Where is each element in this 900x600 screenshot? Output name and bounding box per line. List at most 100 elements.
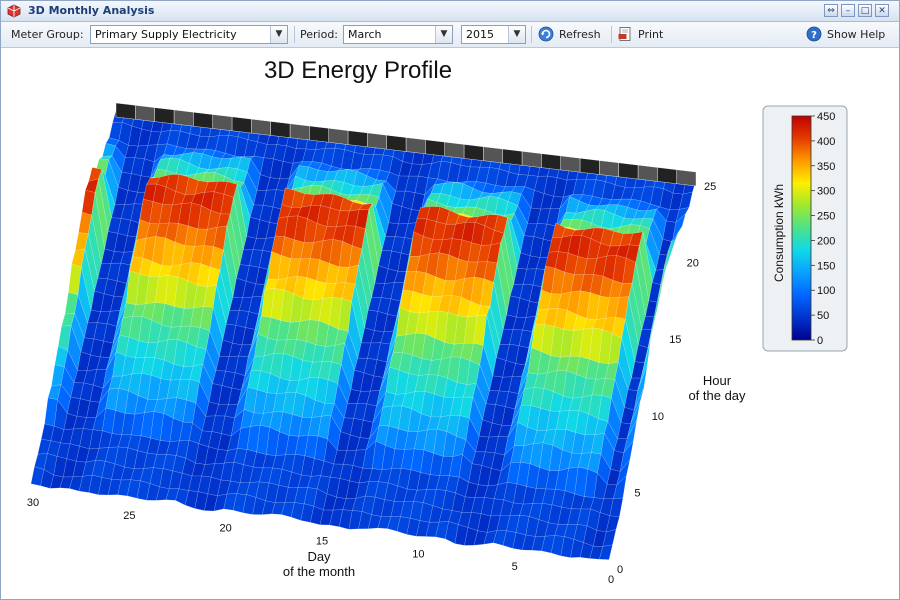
period-select[interactable]: March ▼ xyxy=(343,25,453,44)
surface-plot xyxy=(30,110,697,560)
x-tick-label: 10 xyxy=(412,548,424,560)
back-wall-segment xyxy=(270,121,291,138)
back-wall-segment xyxy=(231,116,252,134)
back-wall-segment xyxy=(309,125,329,143)
back-wall-segment xyxy=(521,151,542,168)
close-icon: ✕ xyxy=(878,6,886,16)
back-wall-segment xyxy=(657,167,677,184)
svg-text:?: ? xyxy=(811,30,817,41)
chevron-down-icon[interactable]: ▼ xyxy=(270,26,287,43)
meter-group-label: Meter Group: xyxy=(11,28,84,41)
back-wall-segment xyxy=(135,105,155,122)
y-tick-label: 10 xyxy=(652,411,664,423)
help-button[interactable]: ? Show Help xyxy=(806,25,891,44)
back-wall-segment xyxy=(386,134,407,152)
back-wall-segment xyxy=(405,137,426,155)
back-wall-segment xyxy=(599,160,619,178)
back-wall-segment xyxy=(251,118,271,136)
help-icon: ? xyxy=(806,26,822,42)
back-wall-segment xyxy=(463,144,484,161)
colorbar-legend: 0 50 100 150 200 250 300 350 400 450 Consumption … xyxy=(762,105,848,352)
back-wall-segment xyxy=(560,155,581,173)
minimize-icon: – xyxy=(845,6,851,16)
back-wall-segment xyxy=(347,130,368,148)
colorbar-tick-label: 100 xyxy=(817,285,835,297)
colorbar-tick-label: 200 xyxy=(817,235,835,247)
back-wall-segment xyxy=(425,139,445,157)
toolbar-separator xyxy=(531,26,532,43)
back-wall-segment xyxy=(676,169,697,187)
back-wall-segment xyxy=(328,128,349,145)
back-wall-segment xyxy=(173,109,194,127)
back-wall-segment xyxy=(579,157,600,175)
x-axis-title: of the month xyxy=(283,564,355,579)
back-wall-segment xyxy=(483,146,503,164)
y-tick-label: 0 xyxy=(617,564,623,576)
chevron-down-icon[interactable]: ▼ xyxy=(435,26,452,43)
back-wall-segment xyxy=(193,111,213,129)
x-tick-label: 15 xyxy=(316,536,328,548)
window-title: 3D Monthly Analysis xyxy=(28,4,155,17)
help-label: Show Help xyxy=(827,28,886,41)
period-label: Period: xyxy=(300,28,339,41)
title-bar: 3D Monthly Analysis ⇔ – □ ✕ xyxy=(1,1,899,22)
maximize-button[interactable]: □ xyxy=(858,4,872,17)
meter-group-value: Primary Supply Electricity xyxy=(95,28,237,41)
toolbar-separator xyxy=(611,26,612,43)
app-window: 3D Monthly Analysis ⇔ – □ ✕ Meter Group:… xyxy=(0,0,900,600)
colorbar-tick-label: 0 xyxy=(817,335,823,347)
y-tick-label: 5 xyxy=(634,487,640,499)
refresh-button[interactable]: Refresh xyxy=(538,25,608,44)
pin-button[interactable]: ⇔ xyxy=(824,4,838,17)
back-wall-segment xyxy=(154,107,175,125)
minimize-button[interactable]: – xyxy=(841,4,855,17)
colorbar-tick-label: 300 xyxy=(817,186,835,198)
colorbar-label: Consumption kWh xyxy=(772,184,786,282)
back-wall-segment xyxy=(212,114,233,132)
colorbar-gradient xyxy=(791,115,812,341)
back-wall-segment xyxy=(289,123,310,141)
pin-icon: ⇔ xyxy=(827,6,835,16)
back-wall-segment xyxy=(367,132,387,150)
back-wall-segment xyxy=(502,148,523,166)
refresh-label: Refresh xyxy=(559,28,601,41)
colorbar-tick-label: 50 xyxy=(817,310,829,322)
toolbar-separator xyxy=(294,26,295,43)
app-icon xyxy=(7,4,21,18)
chevron-down-icon[interactable]: ▼ xyxy=(508,26,525,43)
x-tick-label: 5 xyxy=(512,561,518,573)
print-button[interactable]: Print xyxy=(617,25,672,44)
y-tick-label: 15 xyxy=(669,334,681,346)
back-wall-segment xyxy=(115,102,136,120)
x-tick-label: 0 xyxy=(608,574,614,586)
colorbar-tick-label: 350 xyxy=(817,161,835,173)
print-label: Print xyxy=(638,28,664,41)
colorbar-tick-label: 150 xyxy=(817,260,835,272)
chart-title: 3D Energy Profile xyxy=(264,57,452,84)
period-value: March xyxy=(348,28,382,41)
meter-group-select[interactable]: Primary Supply Electricity ▼ xyxy=(90,25,288,44)
y-tick-label: 25 xyxy=(704,181,716,193)
back-wall-segment xyxy=(444,141,465,159)
x-tick-label: 25 xyxy=(123,510,135,522)
y-axis-title: Hour xyxy=(703,373,732,388)
y-axis-title: of the day xyxy=(688,388,746,403)
refresh-icon xyxy=(538,26,554,42)
colorbar-tick-label: 400 xyxy=(817,136,835,148)
x-tick-label: 20 xyxy=(220,523,232,535)
energy-surface-chart: 0510152025300510152025Dayof the monthHou… xyxy=(27,57,848,586)
year-select[interactable]: 2015 ▼ xyxy=(461,25,526,44)
back-wall-segment xyxy=(541,153,561,171)
close-button[interactable]: ✕ xyxy=(875,4,889,17)
colorbar-tick-label: 450 xyxy=(817,111,835,123)
year-value: 2015 xyxy=(466,28,494,41)
maximize-icon: □ xyxy=(860,6,870,16)
colorbar-tick-label: 250 xyxy=(817,211,835,223)
back-wall-segment xyxy=(618,162,639,180)
x-tick-label: 30 xyxy=(27,497,39,509)
x-axis-title: Day xyxy=(307,549,331,564)
back-wall-segment xyxy=(637,164,658,182)
toolbar: Meter Group: Primary Supply Electricity … xyxy=(1,22,899,48)
print-icon xyxy=(618,27,631,41)
y-tick-label: 20 xyxy=(687,258,699,270)
